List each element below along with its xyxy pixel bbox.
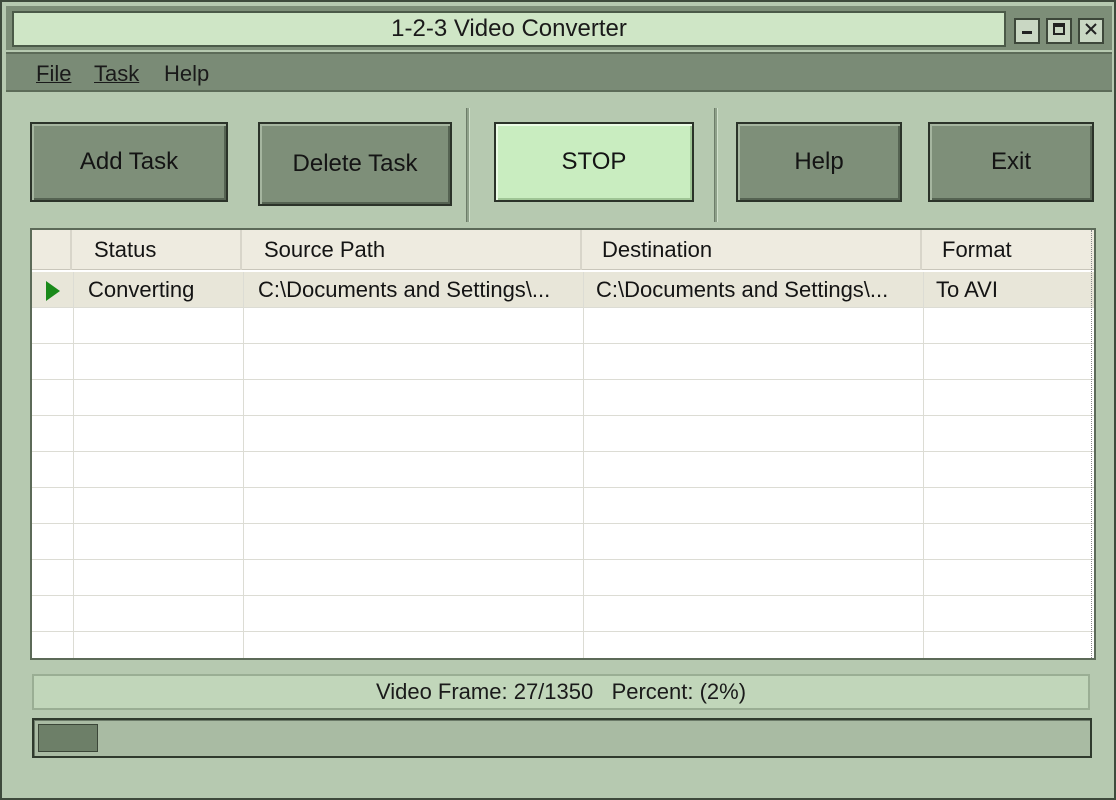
close-icon — [1084, 22, 1098, 41]
empty-row — [32, 308, 1094, 344]
progress-fill — [38, 724, 98, 752]
empty-row — [32, 416, 1094, 452]
conversion-status: Video Frame: 27/1350 Percent: (2%) — [32, 674, 1090, 710]
maximize-icon — [1052, 22, 1066, 41]
maximize-button[interactable] — [1046, 18, 1072, 44]
minimize-icon — [1020, 22, 1034, 41]
close-button[interactable] — [1078, 18, 1104, 44]
empty-row — [32, 380, 1094, 416]
header-indicator-column — [32, 230, 72, 270]
empty-row — [32, 524, 1094, 560]
add-task-button[interactable]: Add Task — [30, 122, 228, 202]
row-indicator-cell — [32, 272, 74, 308]
empty-row — [32, 452, 1094, 488]
header-format[interactable]: Format — [922, 230, 1094, 270]
delete-task-button[interactable]: Delete Task — [258, 122, 452, 206]
title-bar[interactable]: 1-2-3 Video Converter — [6, 6, 1112, 50]
exit-button[interactable]: Exit — [928, 122, 1094, 202]
cell-status: Converting — [74, 272, 244, 308]
menu-task[interactable]: Task — [94, 61, 139, 87]
menu-help[interactable]: Help — [164, 61, 209, 87]
empty-row — [32, 488, 1094, 524]
empty-row — [32, 596, 1094, 632]
progress-bar — [32, 718, 1092, 758]
help-button[interactable]: Help — [736, 122, 902, 202]
menu-bar: File Task Help — [6, 52, 1112, 92]
cell-destination: C:\Documents and Settings\... — [584, 272, 924, 308]
empty-row — [32, 632, 1094, 658]
app-window: 1-2-3 Video Converter File Task Help Add… — [0, 0, 1116, 800]
empty-row — [32, 560, 1094, 596]
table-row[interactable]: Converting C:\Documents and Settings\...… — [32, 272, 1094, 308]
toolbar-separator — [714, 108, 718, 222]
window-title: 1-2-3 Video Converter — [12, 11, 1006, 47]
header-source-path[interactable]: Source Path — [242, 230, 582, 270]
cell-source-path: C:\Documents and Settings\... — [244, 272, 584, 308]
play-arrow-icon — [46, 281, 60, 301]
stop-button[interactable]: STOP — [494, 122, 694, 202]
table-header: Status Source Path Destination Format — [32, 230, 1094, 270]
toolbar-separator — [466, 108, 470, 222]
header-destination[interactable]: Destination — [582, 230, 922, 270]
cell-format: To AVI — [936, 277, 998, 302]
minimize-button[interactable] — [1014, 18, 1040, 44]
menu-file[interactable]: File — [36, 61, 71, 87]
task-table[interactable]: Status Source Path Destination Format Co… — [30, 228, 1096, 660]
table-edge — [1091, 230, 1092, 658]
empty-row — [32, 344, 1094, 380]
header-status[interactable]: Status — [72, 230, 242, 270]
